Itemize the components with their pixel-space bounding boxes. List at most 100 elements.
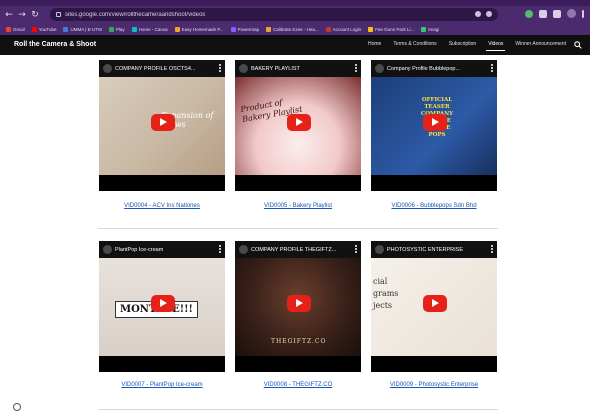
video-caption-link[interactable]: VID0004 - ACV Ins Nationes	[87, 203, 237, 209]
video-caption-link[interactable]: VID0009 - Photosystic Enterprise	[359, 382, 509, 388]
bookmark-item[interactable]: Account Login	[325, 26, 361, 32]
video-footer	[371, 175, 497, 191]
site-nav: Home Terms & Conditions Subscription Videos…	[366, 39, 568, 51]
bookmark-label: Powermap	[237, 26, 260, 32]
channel-avatar[interactable]	[103, 245, 112, 254]
toolbar-actions	[525, 9, 584, 18]
bookmark-label: YouTube	[38, 26, 57, 32]
bookmark-favicon-icon	[174, 26, 180, 32]
video-title[interactable]: PlantPop Ice-cream	[115, 247, 215, 253]
video-footer	[235, 175, 361, 191]
browser-toolbar: ← → ↻ sites.google.com/view/rollthecamer…	[0, 6, 590, 23]
bookmark-label: Calibrate Ezee - Hea...	[273, 26, 319, 32]
video-embed[interactable]: Product of Bakery Playlist BAKERY PLAYLIS…	[235, 60, 361, 191]
info-icon[interactable]	[13, 403, 21, 411]
bookmark-item[interactable]: Play	[108, 26, 125, 32]
thumbnail-overlay-text: THEGIFTZ.CO	[271, 338, 327, 345]
bookmark-star-icon[interactable]	[486, 11, 492, 17]
bookmark-label: Gmail	[13, 26, 25, 32]
nav-link-videos[interactable]: Videos	[486, 39, 506, 51]
video-caption-link[interactable]: VID0005 - Bakery Playlist	[223, 203, 373, 209]
play-button-icon[interactable]	[287, 295, 311, 312]
bookmark-favicon-icon	[131, 26, 137, 32]
bookmark-favicon-icon	[31, 26, 37, 32]
site-header: Roll the Camera & Shoot Home Terms & Cond…	[0, 35, 590, 55]
nav-link-subscription[interactable]: Subscription	[447, 39, 479, 51]
video-title[interactable]: COMPANY PROFILE OSCTS4...	[115, 66, 215, 72]
bookmark-label: Home - Canva	[138, 26, 168, 32]
share-icon[interactable]	[475, 11, 481, 17]
channel-avatar[interactable]	[239, 64, 248, 73]
video-title[interactable]: COMPANY PROFILE THEGIFTZ...	[251, 247, 351, 253]
bookmark-item[interactable]: Gmail	[6, 26, 25, 32]
channel-avatar[interactable]	[375, 64, 384, 73]
video-embed[interactable]: MONTAGE!!!PlantPop Ice-cream	[99, 241, 225, 372]
video-embed[interactable]: Expansion of browsCOMPANY PROFILE OSCTS4…	[99, 60, 225, 191]
bookmark-favicon-icon	[368, 26, 374, 32]
video-more-icon[interactable]	[355, 245, 357, 253]
bookmark-favicon-icon	[6, 26, 11, 32]
video-embed[interactable]: THEGIFTZ.CO COMPANY PROFILE THEGIFTZ...	[235, 241, 361, 372]
bookmark-item[interactable]: Imagi	[421, 26, 440, 32]
channel-avatar[interactable]	[375, 245, 384, 254]
play-button-icon[interactable]	[151, 114, 175, 131]
profile-avatar[interactable]	[567, 9, 576, 18]
video-more-icon[interactable]	[491, 64, 493, 72]
video-embed[interactable]: OFFICIAL TEASER COMPANY PROFILE BUBBLE P…	[371, 60, 497, 191]
video-caption-link[interactable]: VID0008 - THEGIFTZ.CO	[223, 382, 373, 388]
row-divider	[98, 228, 498, 229]
bookmark-item[interactable]: Easy Homemade P...	[174, 26, 224, 32]
video-caption-link[interactable]: VID0006 - Bubblepops Sdn Bhd	[359, 203, 509, 209]
extensions-puzzle-icon[interactable]	[539, 9, 547, 18]
video-embed[interactable]: cial grams jects PHOTOSYSTIC ENTERPRISE	[371, 241, 497, 372]
bookmark-favicon-icon	[325, 26, 331, 32]
bookmark-favicon-icon	[266, 26, 272, 32]
bookmark-label: Easy Homemade P...	[181, 26, 224, 32]
video-title[interactable]: PHOTOSYSTIC ENTERPRISE	[387, 247, 487, 253]
video-more-icon[interactable]	[355, 64, 357, 72]
search-icon[interactable]	[574, 41, 582, 49]
back-arrow-icon[interactable]: ←	[4, 9, 14, 21]
row-divider	[98, 409, 498, 410]
video-more-icon[interactable]	[219, 64, 221, 72]
video-more-icon[interactable]	[219, 245, 221, 253]
site-title[interactable]: Roll the Camera & Shoot	[14, 41, 96, 48]
lock-icon	[56, 12, 61, 17]
browser-menu-icon[interactable]	[582, 9, 584, 18]
nav-link-home[interactable]: Home	[366, 39, 383, 51]
bookmark-favicon-icon	[108, 26, 114, 32]
sidebar-icon[interactable]	[553, 9, 561, 18]
reload-icon[interactable]: ↻	[30, 9, 40, 21]
video-header: COMPANY PROFILE THEGIFTZ...	[235, 241, 361, 258]
video-caption-link[interactable]: VID0007 - PlantPop Ice-cream	[87, 382, 237, 388]
videos-page: Expansion of browsCOMPANY PROFILE OSCTS4…	[0, 55, 590, 419]
play-button-icon[interactable]	[287, 114, 311, 131]
channel-avatar[interactable]	[103, 64, 112, 73]
address-bar[interactable]: sites.google.com/view/rollthecameraandsh…	[50, 8, 498, 21]
video-footer	[371, 356, 497, 372]
bookmark-item[interactable]: Home - Canva	[131, 26, 168, 32]
nav-link-winner-announcement[interactable]: Winner Announcement	[513, 39, 568, 51]
bookmark-item[interactable]: Fee Gunn Park Li...	[368, 26, 414, 32]
video-header: PHOTOSYSTIC ENTERPRISE	[371, 241, 497, 258]
video-title[interactable]: BAKERY PLAYLIST	[251, 66, 351, 72]
bookmark-favicon-icon	[230, 26, 236, 32]
bookmark-item[interactable]: Powermap	[230, 26, 260, 32]
play-button-icon[interactable]	[151, 295, 175, 312]
bookmark-favicon-icon	[63, 26, 69, 32]
play-button-icon[interactable]	[423, 295, 447, 312]
url-text: sites.google.com/view/rollthecameraandsh…	[65, 11, 206, 18]
play-button-icon[interactable]	[423, 114, 447, 131]
nav-link-terms-conditions[interactable]: Terms & Conditions	[391, 39, 438, 51]
bookmark-label: Imagi	[428, 26, 440, 32]
video-title[interactable]: Company Profile Bubblepop...	[387, 66, 487, 72]
video-more-icon[interactable]	[491, 245, 493, 253]
extension-icon[interactable]	[525, 9, 533, 18]
video-footer	[99, 175, 225, 191]
bookmark-item[interactable]: Calibrate Ezee - Hea...	[266, 26, 319, 32]
video-footer	[235, 356, 361, 372]
forward-arrow-icon[interactable]: →	[17, 9, 27, 21]
bookmark-item[interactable]: UMMA | E-UTM	[63, 26, 102, 32]
bookmark-item[interactable]: YouTube	[31, 26, 57, 32]
channel-avatar[interactable]	[239, 245, 248, 254]
